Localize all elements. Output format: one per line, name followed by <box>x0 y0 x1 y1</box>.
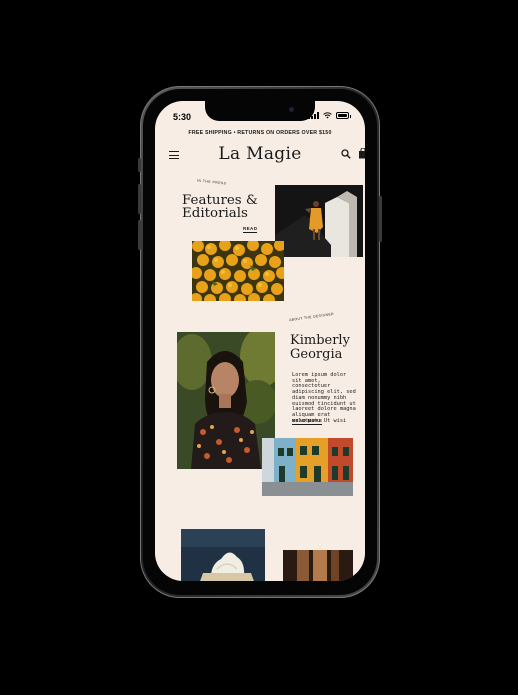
press-read-link[interactable]: READ <box>243 226 258 233</box>
citrus-fruit-image[interactable] <box>192 241 284 301</box>
colorful-houses-image[interactable] <box>262 438 353 496</box>
designer-bio-text: Lorem ipsum dolor sit amet, consectetuer… <box>292 372 356 424</box>
status-icons <box>308 112 351 119</box>
phone-screen: 5:30 FREE SHIPPING • RETURNS ON ORDERS O… <box>155 101 365 581</box>
dessert-image[interactable] <box>181 529 265 581</box>
battery-icon <box>336 112 351 119</box>
search-icon[interactable] <box>341 149 351 159</box>
designer-title: Kimberly Georgia <box>290 333 350 362</box>
interior-detail-image[interactable] <box>283 550 353 581</box>
brand-logo[interactable]: La Magie <box>155 144 365 164</box>
promo-banner: FREE SHIPPING • RETURNS ON ORDERS OVER $… <box>188 130 332 136</box>
volume-down-button <box>138 220 141 250</box>
designer-portrait-image[interactable] <box>177 332 275 469</box>
status-time: 5:30 <box>173 112 192 122</box>
editorial-model-image[interactable] <box>275 185 363 257</box>
volume-up-button <box>138 184 141 214</box>
wifi-icon <box>323 112 332 119</box>
notch <box>205 101 315 121</box>
press-arc-label: IN THE PRESS <box>196 178 227 186</box>
press-title: Features & Editorials <box>182 193 258 221</box>
designer-arc-label: ABOUT THE DESIGNER <box>288 311 335 323</box>
designer-read-more-link[interactable]: READ MORE <box>292 418 323 425</box>
power-button <box>379 196 382 242</box>
shopping-bag-icon[interactable] <box>358 148 365 159</box>
mute-switch <box>138 158 141 172</box>
